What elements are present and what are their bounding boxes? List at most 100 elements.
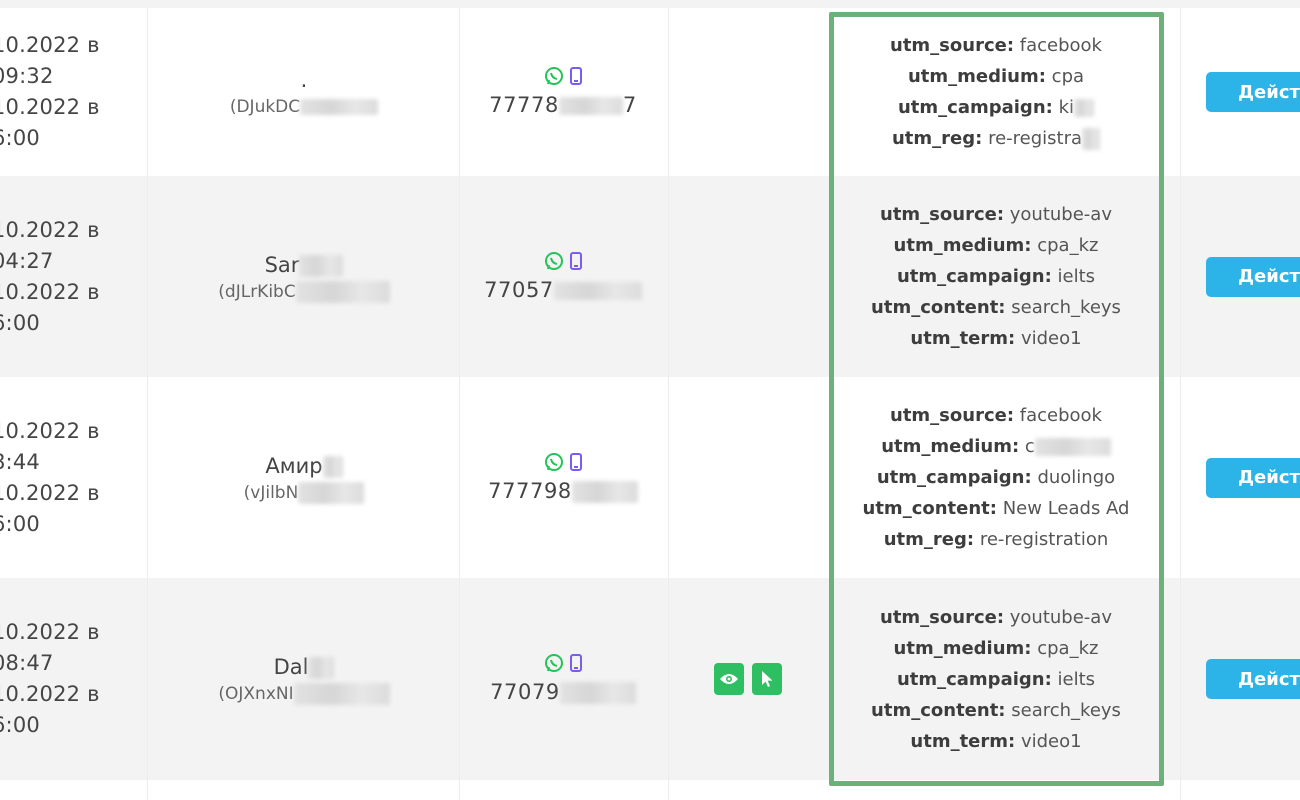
whatsapp-icon[interactable]: [544, 251, 564, 275]
client-cell: . (DJukDC: [150, 8, 458, 176]
dates-cell: 10.2022 в 09:32 10.2022 в 6:00: [0, 8, 142, 176]
client-login: (vJilbN: [243, 482, 299, 503]
client-cell: Dal (OJXnxNI: [150, 578, 458, 780]
utm-pair: utm_source: youtube-av: [880, 606, 1112, 628]
mobile-phone-icon[interactable]: [570, 67, 582, 89]
created-date: 10.2022 в: [0, 33, 100, 57]
utm-pair: utm_campaign: duolingo: [876, 467, 1116, 488]
client-cell: Амир (vJilbN: [150, 377, 458, 578]
client-login: (DJukDC: [229, 97, 301, 117]
redacted-blur: [553, 281, 642, 300]
table-row: 10.2022 в 09:32 10.2022 в 6:00 . (DJukDC…: [0, 8, 1300, 176]
action-cell: Действ: [1180, 176, 1300, 377]
utm-pair: utm_medium: cpa_kz: [893, 637, 1099, 659]
phone-cell: 77057: [460, 176, 666, 377]
redacted-blur: [295, 280, 390, 303]
phone-cell: 77778 7: [460, 8, 666, 176]
redacted-blur: [300, 99, 379, 115]
redacted-blur: [559, 682, 636, 704]
leads-table: 10.2022 в 09:32 10.2022 в 6:00 . (DJukDC…: [0, 0, 1300, 800]
utm-pair: utm_campaign: ielts: [896, 668, 1096, 690]
action-cell: Действ: [1180, 578, 1300, 780]
dates-cell: 10.2022 в 08:47 10.2022 в 6:00: [0, 578, 142, 780]
phone-cell: 777798: [460, 377, 666, 578]
phone-number: 777798: [488, 478, 572, 503]
created-time: 08:47: [0, 651, 54, 675]
redacted-blur: [293, 683, 390, 705]
redacted-blur: [558, 97, 623, 115]
action-cell: Действ: [1180, 8, 1300, 176]
utm-pair: utm_content: New Leads Ad: [862, 498, 1130, 519]
utm-pair: utm_source: youtube-av: [880, 204, 1112, 225]
phone-number: 77079: [490, 680, 560, 704]
client-name: Амир: [265, 453, 323, 478]
eye-icon: [720, 674, 738, 684]
table-row: 10.2022 в 08:47 10.2022 в 6:00 Dal (OJXn…: [0, 578, 1300, 780]
utm-pair: utm_reg: re-registra: [892, 123, 1101, 154]
client-name: Sar: [264, 252, 300, 277]
created-time: 04:27: [0, 248, 54, 273]
redacted-blur: [571, 480, 638, 503]
utm-cell: utm_source: facebook utm_medium: c utm_c…: [834, 377, 1158, 578]
client-login: (dJLrKibC: [218, 281, 296, 302]
mobile-phone-icon[interactable]: [570, 654, 582, 676]
utm-pair: utm_content: search_keys: [871, 699, 1121, 721]
phone-number: 77057: [484, 277, 554, 302]
created-date: 10.2022 в: [0, 620, 100, 644]
redacted-blur: [299, 254, 344, 277]
created-date: 10.2022 в: [0, 217, 100, 242]
utm-pair: utm_source: facebook: [890, 405, 1102, 426]
utm-cell: utm_source: youtube-av utm_medium: cpa_k…: [834, 578, 1158, 780]
table-bottom-edge: [0, 780, 1300, 800]
mobile-phone-icon[interactable]: [570, 452, 582, 475]
utm-pair: utm_term: video1: [910, 328, 1082, 349]
client-cell: Sar (dJLrKibC: [150, 176, 458, 377]
click-action-button[interactable]: [752, 663, 782, 695]
utm-pair: utm_content: search_keys: [871, 297, 1121, 318]
utm-pair: utm_term: video1: [910, 730, 1082, 752]
updated-date: 10.2022 в: [0, 279, 100, 304]
utm-pair: utm_campaign: ielts: [896, 266, 1096, 287]
created-time: 8:44: [0, 449, 40, 474]
whatsapp-icon[interactable]: [544, 66, 564, 90]
client-login: (OJXnxNI: [218, 684, 294, 704]
actions-button[interactable]: Действ: [1206, 256, 1300, 297]
client-name: Dal: [273, 655, 309, 679]
utm-pair: utm_reg: re-registration: [883, 529, 1109, 550]
redacted-blur: [1082, 128, 1101, 150]
phone-number: 77778: [489, 93, 559, 117]
actions-button[interactable]: Действ: [1206, 659, 1300, 699]
dates-cell: 10.2022 в 04:27 10.2022 в 6:00: [0, 176, 142, 377]
phone-tail: 7: [622, 93, 637, 117]
whatsapp-icon[interactable]: [544, 452, 564, 476]
updated-time: 6:00: [0, 511, 40, 536]
table-top-edge: [0, 0, 1300, 8]
cursor-icon: [762, 671, 773, 687]
updated-date: 10.2022 в: [0, 95, 100, 119]
updated-time: 6:00: [0, 126, 40, 150]
mobile-phone-icon[interactable]: [570, 251, 582, 274]
phone-cell: 77079: [460, 578, 666, 780]
utm-pair: utm_medium: cpa_kz: [893, 235, 1099, 256]
utm-pair: utm_medium: cpa: [907, 66, 1085, 87]
created-date: 10.2022 в: [0, 418, 100, 443]
actions-button[interactable]: Действ: [1206, 457, 1300, 498]
utm-cell: utm_source: youtube-av utm_medium: cpa_k…: [834, 176, 1158, 377]
redacted-blur: [308, 657, 335, 679]
redacted-blur: [1074, 99, 1095, 117]
table-row: 10.2022 в 04:27 10.2022 в 6:00 Sar (dJLr…: [0, 176, 1300, 377]
redacted-blur: [298, 481, 365, 504]
dates-cell: 10.2022 в 8:44 10.2022 в 6:00: [0, 377, 142, 578]
utm-pair: utm_source: facebook: [890, 35, 1102, 56]
utm-cell: utm_source: facebook utm_medium: cpa utm…: [834, 8, 1158, 176]
created-time: 09:32: [0, 64, 54, 88]
redacted-blur: [1034, 438, 1111, 456]
client-name: .: [300, 68, 308, 92]
actions-button[interactable]: Действ: [1206, 72, 1300, 112]
whatsapp-icon[interactable]: [544, 653, 564, 677]
redacted-blur: [322, 455, 343, 478]
action-cell: Действ: [1180, 377, 1300, 578]
updated-date: 10.2022 в: [0, 480, 100, 505]
updated-date: 10.2022 в: [0, 682, 100, 706]
view-button[interactable]: [714, 663, 744, 695]
